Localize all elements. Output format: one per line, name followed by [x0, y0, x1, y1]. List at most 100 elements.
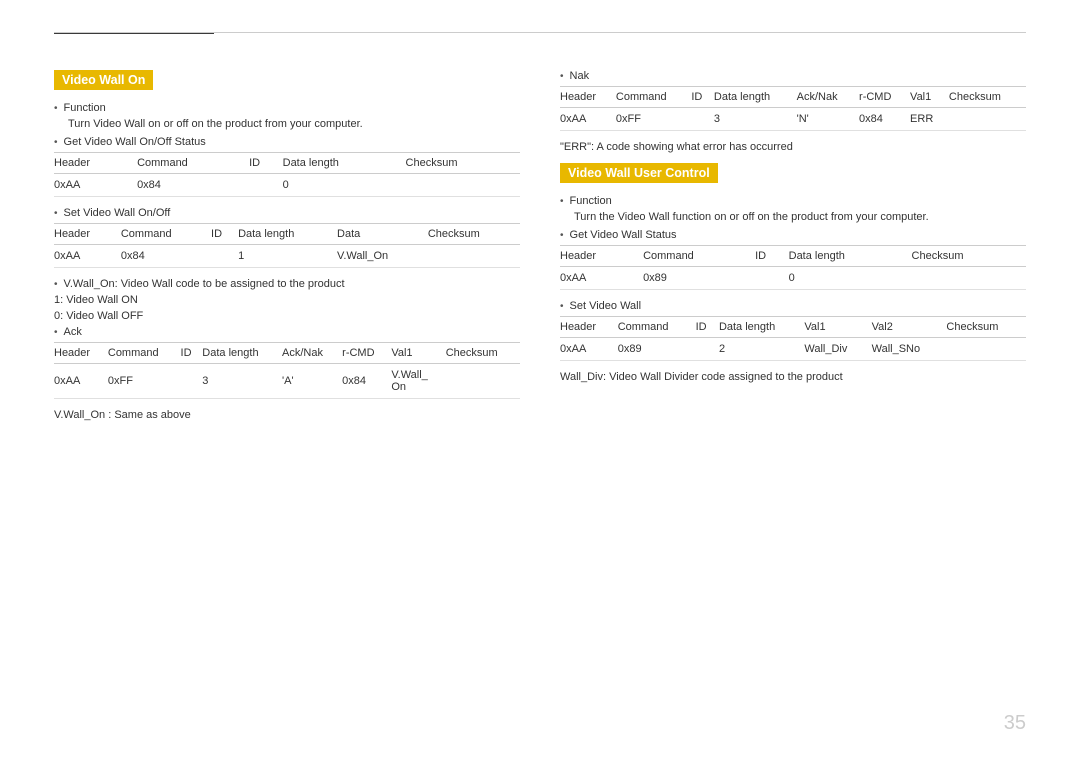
- note3-text: 0: Video Wall OFF: [54, 310, 520, 322]
- bullet-dot-right-get: •: [560, 230, 564, 241]
- set-td-header: 0xAA: [54, 245, 121, 268]
- rset-th-command: Command: [618, 317, 696, 338]
- nak-td-val1: ERR: [910, 108, 949, 131]
- nak-td-checksum: [949, 108, 1026, 131]
- get-th-id: ID: [249, 153, 283, 174]
- right-get-item: • Get Video Wall Status: [560, 229, 1026, 241]
- right-column: • Nak Header Command ID Data length Ack/…: [560, 70, 1026, 431]
- get-th-command: Command: [137, 153, 249, 174]
- rset-td-datalength: 2: [719, 338, 804, 361]
- set-td-id: [211, 245, 238, 268]
- set-table-section: Header Command ID Data length Data Check…: [54, 223, 520, 268]
- function-desc: Turn Video Wall on or off on the product…: [68, 118, 520, 130]
- nak-td-header: 0xAA: [560, 108, 616, 131]
- table-row: 0xAA 0x89 0: [560, 267, 1026, 290]
- ack-th-val1: Val1: [391, 343, 445, 364]
- get-status-item: • Get Video Wall On/Off Status: [54, 136, 520, 148]
- set-onoff-item: • Set Video Wall On/Off: [54, 207, 520, 219]
- note2-text: 1: Video Wall ON: [54, 294, 520, 306]
- get-th-header: Header: [54, 153, 137, 174]
- table-row: 0xAA 0x84 0: [54, 174, 520, 197]
- ack-th-rcmd: r-CMD: [342, 343, 391, 364]
- get-td-datalength: 0: [283, 174, 406, 197]
- ack-th-acknak: Ack/Nak: [282, 343, 342, 364]
- rset-th-header: Header: [560, 317, 618, 338]
- rget-th-datalength: Data length: [789, 246, 912, 267]
- get-td-id: [249, 174, 283, 197]
- nak-label: Nak: [570, 70, 590, 82]
- top-line: [54, 32, 1026, 33]
- right-get-table-section: Header Command ID Data length Checksum 0…: [560, 245, 1026, 290]
- page-number: 35: [1004, 712, 1026, 735]
- right-function-label: Function: [570, 195, 612, 207]
- ack-label: Ack: [64, 326, 82, 338]
- get-th-datalength: Data length: [283, 153, 406, 174]
- ack-td-checksum: [446, 364, 520, 399]
- ack-td-id: [181, 364, 203, 399]
- rget-td-header: 0xAA: [560, 267, 643, 290]
- set-th-header: Header: [54, 224, 121, 245]
- ack-td-val1: V.Wall_On: [391, 364, 445, 399]
- page: Video Wall On • Function Turn Video Wall…: [0, 0, 1080, 763]
- ack-td-header: 0xAA: [54, 364, 108, 399]
- right-function-desc: Turn the Video Wall function on or off o…: [574, 211, 1026, 223]
- right-set-table-section: Header Command ID Data length Val1 Val2 …: [560, 316, 1026, 361]
- bullet-dot-set: •: [54, 208, 58, 219]
- right-section-title: Video Wall User Control: [560, 163, 718, 183]
- nak-td-command: 0xFF: [616, 108, 691, 131]
- function-item: • Function: [54, 102, 520, 114]
- nak-item: • Nak: [560, 70, 1026, 82]
- ack-th-checksum: Checksum: [446, 343, 520, 364]
- set-label: Set Video Wall On/Off: [64, 207, 171, 219]
- set-td-checksum: [428, 245, 520, 268]
- ack-th-command: Command: [108, 343, 181, 364]
- rset-td-header: 0xAA: [560, 338, 618, 361]
- rset-td-checksum: [946, 338, 1026, 361]
- right-set-item: • Set Video Wall: [560, 300, 1026, 312]
- get-td-command: 0x84: [137, 174, 249, 197]
- bullet-dot-get: •: [54, 137, 58, 148]
- rget-td-checksum: [912, 267, 1026, 290]
- right-set-label: Set Video Wall: [570, 300, 642, 312]
- right-get-table: Header Command ID Data length Checksum 0…: [560, 245, 1026, 290]
- ack-td-rcmd: 0x84: [342, 364, 391, 399]
- bullet-dot-function: •: [54, 103, 58, 114]
- rset-td-val1: Wall_Div: [804, 338, 871, 361]
- bullet-dot-note1: •: [54, 279, 58, 290]
- rset-th-id: ID: [696, 317, 719, 338]
- bullet-dot-nak: •: [560, 71, 564, 82]
- rset-th-val2: Val2: [872, 317, 947, 338]
- wall-div-note: Wall_Div: Video Wall Divider code assign…: [560, 371, 1026, 383]
- left-section-title: Video Wall On: [54, 70, 153, 90]
- nak-th-rcmd: r-CMD: [859, 87, 910, 108]
- rget-th-header: Header: [560, 246, 643, 267]
- set-td-datalength: 1: [238, 245, 337, 268]
- rset-th-checksum: Checksum: [946, 317, 1026, 338]
- rset-td-command: 0x89: [618, 338, 696, 361]
- nak-td-datalength: 3: [714, 108, 797, 131]
- bullet-dot-right-set: •: [560, 301, 564, 312]
- table-row: 0xAA 0xFF 3 'N' 0x84 ERR: [560, 108, 1026, 131]
- get-td-checksum: [406, 174, 520, 197]
- rset-td-id: [696, 338, 719, 361]
- set-th-datalength: Data length: [238, 224, 337, 245]
- rget-td-id: [755, 267, 789, 290]
- right-function-item: • Function: [560, 195, 1026, 207]
- ack-item: • Ack: [54, 326, 520, 338]
- rget-td-command: 0x89: [643, 267, 755, 290]
- bullet-dot-right-function: •: [560, 196, 564, 207]
- right-get-label: Get Video Wall Status: [570, 229, 677, 241]
- table-row: 0xAA 0x84 1 V.Wall_On: [54, 245, 520, 268]
- rget-td-datalength: 0: [789, 267, 912, 290]
- content: Video Wall On • Function Turn Video Wall…: [54, 70, 1026, 431]
- rget-th-command: Command: [643, 246, 755, 267]
- note1-text: V.Wall_On: Video Wall code to be assigne…: [64, 278, 345, 290]
- set-th-command: Command: [121, 224, 211, 245]
- bottom-note: V.Wall_On : Same as above: [54, 409, 520, 421]
- left-column: Video Wall On • Function Turn Video Wall…: [54, 70, 520, 431]
- set-th-checksum: Checksum: [428, 224, 520, 245]
- nak-td-acknak: 'N': [797, 108, 859, 131]
- rset-th-val1: Val1: [804, 317, 871, 338]
- rget-th-checksum: Checksum: [912, 246, 1026, 267]
- table-row: 0xAA 0x89 2 Wall_Div Wall_SNo: [560, 338, 1026, 361]
